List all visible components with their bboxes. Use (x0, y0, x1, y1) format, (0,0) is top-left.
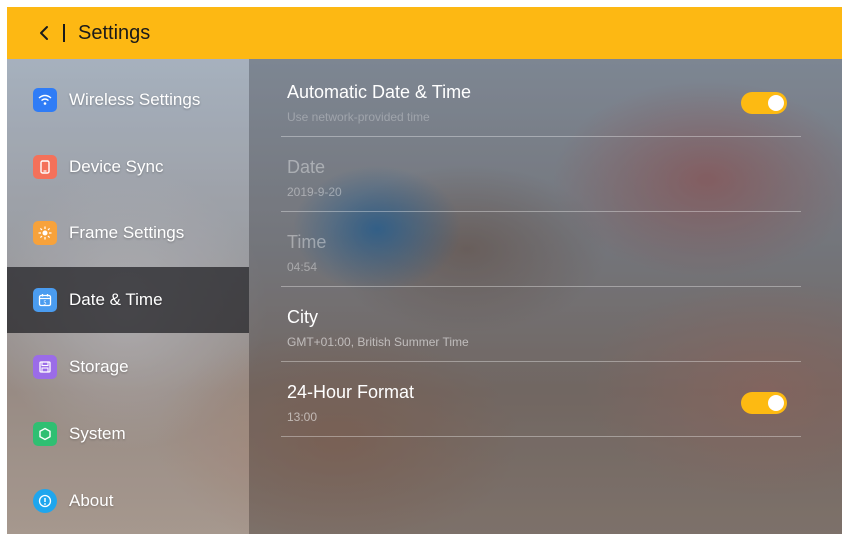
title-divider (63, 24, 65, 42)
sidebar-item-label: Frame Settings (69, 223, 185, 242)
top-bar: Settings (7, 7, 842, 59)
sidebar-item-about[interactable]: About (7, 468, 249, 534)
sidebar-item-system[interactable]: System (7, 401, 249, 467)
automatic-date-time-toggle[interactable] (741, 92, 787, 114)
row-title: Time (287, 232, 327, 252)
page-title: Settings (78, 21, 151, 44)
date-row: Date 2019-9-20 (281, 137, 801, 212)
row-value: GMT+01:00, British Summer Time (287, 335, 469, 349)
24-hour-format-row[interactable]: 24-Hour Format 13:00 (281, 362, 801, 437)
automatic-date-time-row[interactable]: Automatic Date & Time Use network-provid… (281, 62, 801, 137)
sidebar-item-label: Device Sync (69, 157, 164, 176)
row-title: 24-Hour Format (287, 382, 415, 402)
chevron-left-icon[interactable] (33, 22, 55, 44)
sidebar-item-label: Storage (69, 357, 129, 376)
row-title: Date (287, 157, 326, 177)
row-value: 2019-9-20 (287, 185, 342, 199)
sidebar-item-date-time[interactable]: 5 Date & Time (7, 267, 249, 333)
screen: Settings Wireless Settings Device Sync F… (7, 7, 842, 534)
row-title: Automatic Date & Time (287, 82, 472, 102)
row-subtitle: Use network-provided time (287, 110, 430, 124)
info-icon (33, 489, 57, 513)
sidebar-item-label: About (69, 491, 114, 510)
floppy-icon (33, 355, 57, 379)
sidebar-item-frame-settings[interactable]: Frame Settings (7, 200, 249, 266)
sidebar: Wireless Settings Device Sync Frame Sett… (7, 59, 249, 534)
sidebar-item-label: Date & Time (69, 290, 163, 309)
calendar-icon: 5 (33, 288, 57, 312)
phone-icon (33, 155, 57, 179)
sidebar-item-device-sync[interactable]: Device Sync (7, 134, 249, 200)
toggle-knob (768, 395, 784, 411)
wifi-icon (33, 88, 57, 112)
row-title: City (287, 307, 318, 327)
sidebar-item-wireless-settings[interactable]: Wireless Settings (7, 67, 249, 133)
sidebar-item-label: Wireless Settings (69, 90, 201, 109)
sidebar-item-storage[interactable]: Storage (7, 334, 249, 400)
sun-icon (33, 221, 57, 245)
sidebar-item-label: System (69, 424, 126, 443)
svg-text:5: 5 (43, 300, 46, 306)
row-value: 13:00 (287, 410, 318, 424)
city-row[interactable]: City GMT+01:00, British Summer Time (281, 287, 801, 362)
toggle-knob (768, 95, 784, 111)
hexagon-icon (33, 422, 57, 446)
row-value: 04:54 (287, 260, 318, 274)
time-row: Time 04:54 (281, 212, 801, 287)
24-hour-format-toggle[interactable] (741, 392, 787, 414)
